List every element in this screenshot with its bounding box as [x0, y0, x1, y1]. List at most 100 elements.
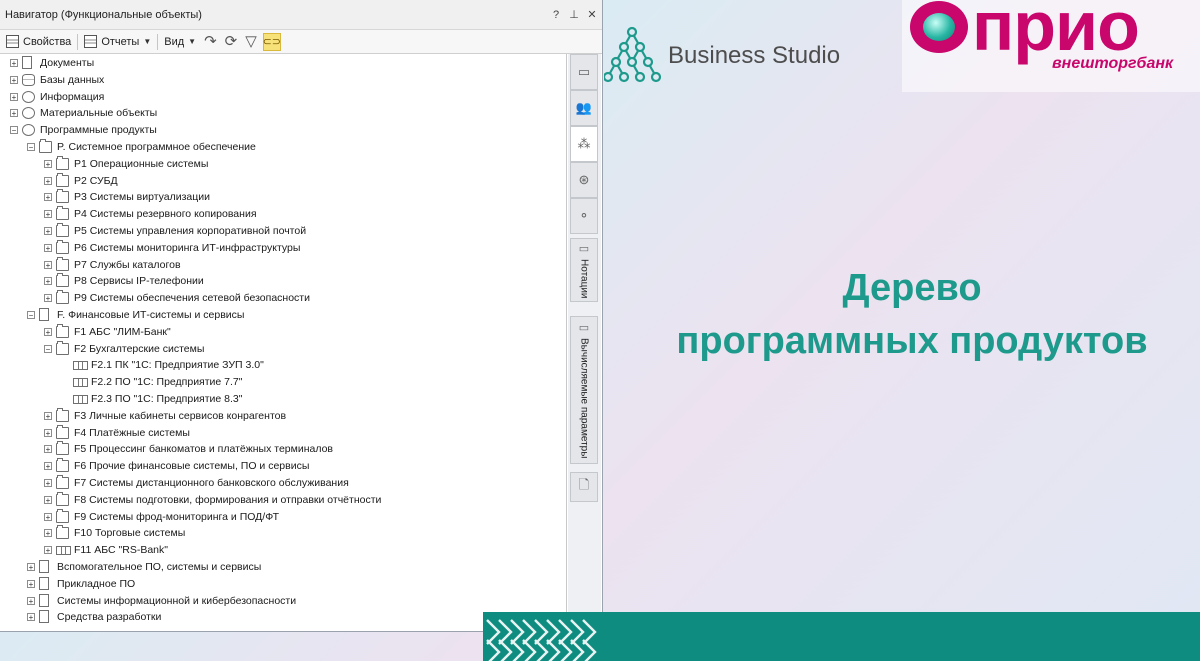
collapse-icon[interactable]: − [27, 311, 35, 320]
info-icon [22, 90, 35, 103]
expand-icon[interactable]: + [44, 428, 52, 437]
link-icon[interactable]: ⊂⊃ [263, 32, 281, 51]
expand-icon[interactable]: + [44, 294, 52, 303]
tree-node[interactable]: + P5 Системы управления корпоративной поч… [0, 223, 566, 240]
tree-node[interactable]: − Программные продукты [0, 122, 566, 139]
software-icon [22, 124, 35, 137]
tree-node[interactable]: + P6 Системы мониторинга ИТ-инфраструктур… [0, 239, 566, 257]
tree-node[interactable]: + P2 СУБД [0, 172, 566, 190]
tree-node[interactable]: + Информация [0, 89, 566, 106]
collapse-icon[interactable]: − [10, 126, 18, 135]
expand-icon[interactable]: + [10, 109, 18, 118]
collapse-icon[interactable]: − [27, 143, 35, 152]
tree-node[interactable]: F2.3 ПО "1С: Предприятие 8.3" [0, 391, 566, 408]
tree-node-label: F6 Прочие финансовые системы, ПО и серви… [74, 460, 310, 473]
filter-icon[interactable]: ▽ [241, 32, 261, 52]
expand-icon[interactable]: + [44, 327, 52, 336]
expand-icon[interactable]: + [44, 495, 52, 504]
tree-node[interactable]: + F5 Процессинг банкоматов и платёжных те… [0, 441, 566, 458]
folder-icon [56, 323, 69, 338]
share-icon[interactable]: ↷ [200, 32, 221, 52]
close-button[interactable]: ✕ [584, 8, 600, 21]
reports-button[interactable]: Отчеты ▼ [80, 32, 155, 52]
pin-button[interactable]: ⊥ [566, 8, 582, 21]
tab-people[interactable]: 👥 [570, 90, 598, 126]
expand-icon[interactable]: + [44, 260, 52, 269]
tree-node[interactable]: + Прикладное ПО [0, 576, 566, 593]
tree-node-label: F10 Торговые системы [74, 527, 186, 540]
tree-node[interactable]: + F6 Прочие финансовые системы, ПО и серв… [0, 458, 566, 475]
expand-icon[interactable]: + [44, 546, 52, 555]
tab-new-document[interactable]: 🗋 [570, 472, 598, 502]
expand-icon[interactable]: + [27, 579, 35, 588]
tree-node[interactable]: + Вспомогательное ПО, системы и сервисы [0, 559, 566, 576]
tree-node[interactable]: + P8 Сервисы IP-телефонии [0, 273, 566, 290]
expand-icon[interactable]: + [27, 613, 35, 622]
expand-icon[interactable]: + [44, 193, 52, 202]
new-document-icon: 🗋 [578, 477, 590, 492]
tree-node[interactable]: F2.2 ПО "1С: Предприятие 7.7" [0, 374, 566, 391]
view-button[interactable]: Вид ▼ [160, 32, 200, 52]
tree-node[interactable]: + Средства разработки [0, 609, 566, 626]
expand-icon[interactable]: + [44, 227, 52, 236]
tree-node[interactable]: − F. Финансовые ИТ-системы и сервисы [0, 307, 566, 324]
tree-node[interactable]: + F8 Системы подготовки, формирования и о… [0, 491, 566, 509]
tree-node[interactable]: + Документы [0, 55, 566, 72]
tree-node[interactable]: + F4 Платёжные системы [0, 424, 566, 442]
expand-icon[interactable]: + [44, 529, 52, 538]
expand-icon[interactable]: + [10, 92, 18, 101]
tree-node[interactable]: + F3 Личные кабинеты сервисов конрагентов [0, 407, 566, 425]
tree-node[interactable]: + P7 Службы каталогов [0, 256, 566, 274]
expand-icon[interactable]: + [27, 563, 35, 572]
expand-icon[interactable]: + [44, 512, 52, 521]
expand-icon[interactable]: + [44, 277, 52, 286]
tab-tag[interactable]: ▭ [570, 54, 598, 90]
tree-node[interactable]: + Материальные объекты [0, 105, 566, 122]
expand-icon[interactable]: + [10, 59, 18, 68]
reports-label: Отчеты [101, 35, 140, 48]
tree-node[interactable]: − P. Системное программное обеспечение [0, 139, 566, 156]
collapse-icon[interactable]: − [44, 344, 52, 353]
tab-objects[interactable]: ⁂ [570, 126, 598, 162]
prio-subtitle: внешторгбанк [1052, 55, 1174, 72]
tree-node-label: P9 Системы обеспечения сетевой безопасно… [74, 292, 310, 305]
doc-icon [22, 56, 32, 69]
tab-network[interactable]: ⊛ [570, 162, 598, 198]
expand-icon[interactable]: + [44, 445, 52, 454]
properties-button[interactable]: Свойства [2, 32, 75, 52]
tree-node[interactable]: F2.1 ПК "1С: Предприятие ЗУП 3.0" [0, 357, 566, 374]
database-icon [22, 73, 35, 86]
tree-node[interactable]: + P3 Системы виртуализации [0, 189, 566, 206]
expand-icon[interactable]: + [44, 210, 52, 219]
expand-icon[interactable]: + [27, 596, 35, 605]
expand-icon[interactable]: + [44, 243, 52, 252]
tree-node[interactable]: + F1 АБС "ЛИМ-Банк" [0, 323, 566, 341]
folder-icon [56, 256, 69, 271]
tree-node[interactable]: + Системы информационной и кибербезопасно… [0, 593, 566, 610]
tree-node[interactable]: + F10 Торговые системы [0, 525, 566, 542]
view-label: Вид [164, 35, 185, 48]
tree-node[interactable]: + P4 Системы резервного копирования [0, 206, 566, 223]
expand-icon[interactable]: + [44, 176, 52, 185]
tree-node[interactable]: + F7 Системы дистанционного банковского о… [0, 475, 566, 492]
expand-icon[interactable]: + [44, 462, 52, 471]
expand-icon[interactable]: + [10, 75, 18, 84]
refresh-icon[interactable]: ⟳ [221, 32, 242, 52]
tree-node[interactable]: + Базы данных [0, 72, 566, 89]
tab-notations[interactable]: ▭ Нотации [570, 238, 598, 302]
expand-icon[interactable]: + [44, 159, 52, 168]
tree-node-label: Вспомогательное ПО, системы и сервисы [57, 561, 262, 573]
expand-icon[interactable]: + [44, 411, 52, 420]
tree-node[interactable]: + F11 АБС "RS-Bank" [0, 542, 566, 559]
tree-node-label: F11 АБС "RS-Bank" [74, 544, 168, 557]
tree-node[interactable]: + P9 Системы обеспечения сетевой безопасн… [0, 290, 566, 307]
tree-node[interactable]: + F9 Системы фрод-мониторинга и ПОД/ФТ [0, 508, 566, 526]
headline-line-2: программных продуктов [676, 320, 1148, 362]
tab-computed-params[interactable]: ▭ Вычисляемые параметры [570, 316, 598, 464]
tree-node[interactable]: + P1 Операционные системы [0, 155, 566, 173]
navigator-tree[interactable]: + Документы + Базы данных + Информация + Матери… [0, 54, 567, 631]
tab-processes[interactable]: ⚬ [570, 198, 598, 234]
help-button[interactable]: ? [548, 9, 564, 21]
expand-icon[interactable]: + [44, 479, 52, 488]
tree-node[interactable]: − F2 Бухгалтерские системы [0, 340, 566, 358]
